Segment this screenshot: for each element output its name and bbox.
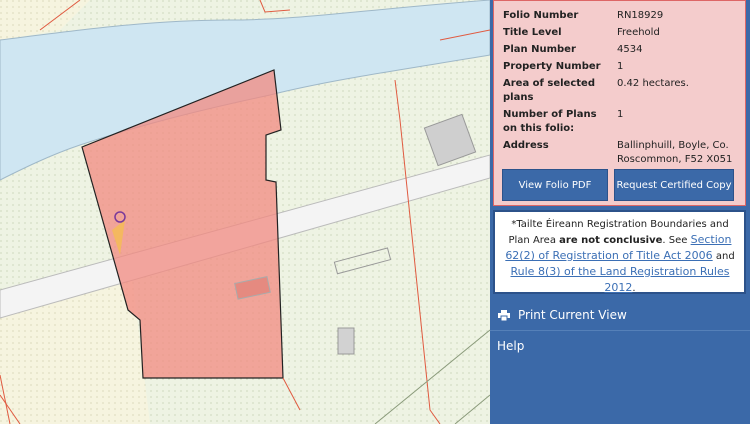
notice-text: . See — [662, 235, 688, 246]
print-label: Print Current View — [518, 308, 627, 322]
building — [337, 327, 355, 355]
info-key: Property Number — [503, 61, 601, 72]
help-label: Help — [497, 339, 525, 353]
info-key: Address — [503, 140, 549, 151]
info-value: 1 — [617, 109, 624, 120]
info-value: 1 — [617, 61, 624, 72]
info-value: 0.42 hectares. — [617, 78, 689, 89]
disclaimer-notice: *Tailte Éireann Registration Boundaries … — [493, 210, 746, 294]
help-link[interactable]: Help — [490, 331, 750, 361]
map-view[interactable] — [0, 0, 490, 424]
request-certified-copy-button[interactable]: Request Certified Copy — [614, 169, 734, 201]
folio-info-box: Folio Number RN18929 Title Level Freehol… — [493, 0, 746, 206]
rule-8-link[interactable]: Rule 8(3) of the Land Registration Rules… — [511, 265, 730, 294]
notice-bold-text: are not conclusive — [559, 235, 663, 246]
info-value: Ballinphuill, Boyle, Co. Roscommon, F52 … — [617, 140, 733, 165]
info-key: Folio Number — [503, 10, 579, 21]
info-key: Title Level — [503, 27, 562, 38]
info-key: Number of Plans on this folio: — [503, 109, 597, 134]
info-value: Freehold — [617, 27, 660, 38]
map-canvas[interactable] — [0, 0, 490, 424]
notice-text: . — [632, 283, 636, 294]
info-value: RN18929 — [617, 10, 664, 21]
info-key: Plan Number — [503, 44, 576, 55]
side-panel: Folio Number RN18929 Title Level Freehol… — [490, 0, 750, 424]
printer-icon — [498, 309, 510, 321]
view-folio-pdf-button[interactable]: View Folio PDF — [502, 169, 608, 201]
info-value: 4534 — [617, 44, 643, 55]
info-key: Area of selected plans — [503, 78, 595, 103]
print-current-view-link[interactable]: Print Current View — [490, 300, 750, 331]
notice-text: and — [715, 251, 735, 262]
